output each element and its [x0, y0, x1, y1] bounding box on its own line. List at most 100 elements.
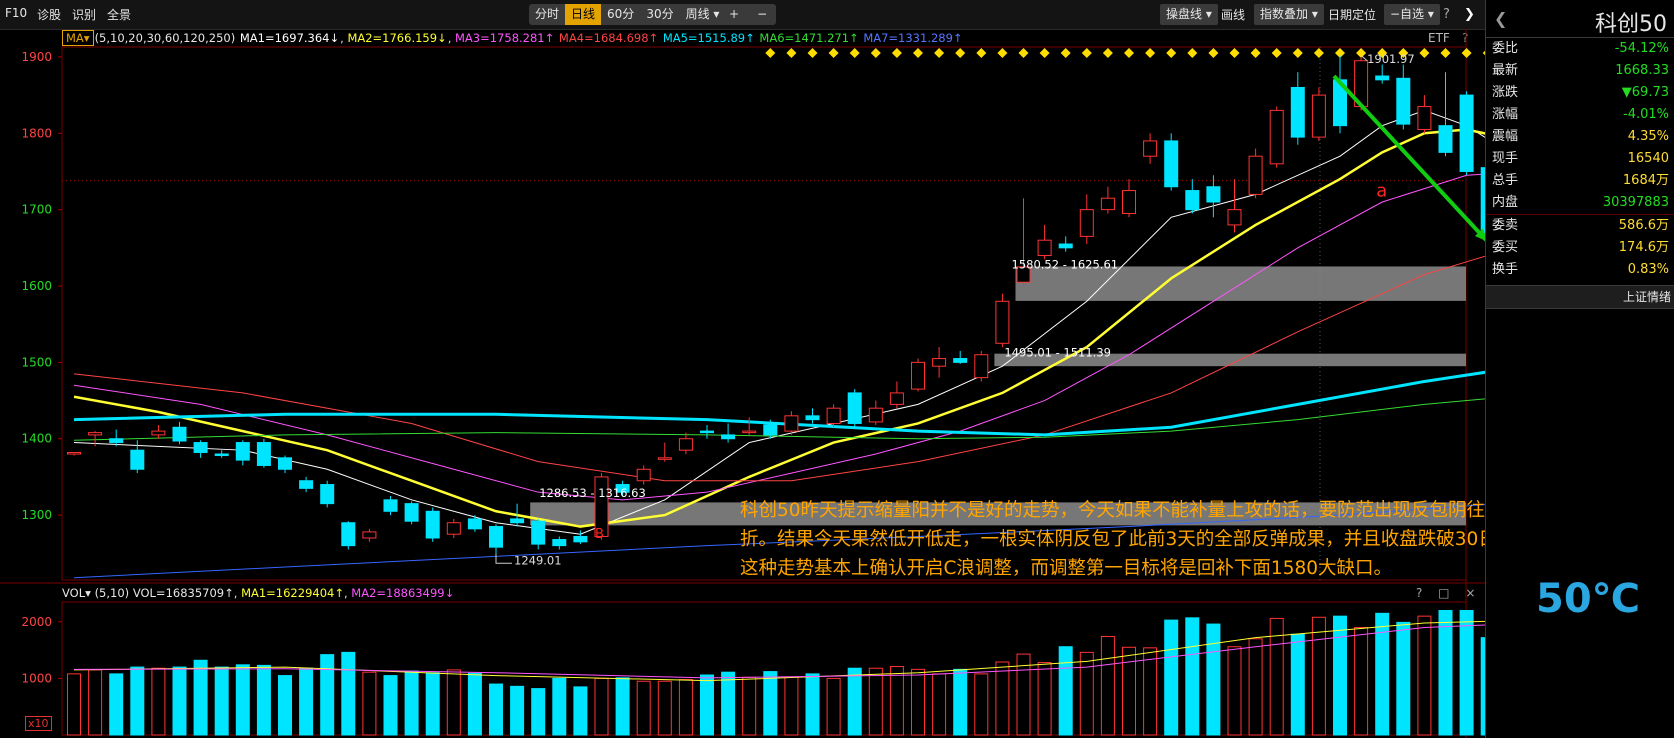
- volume-bar-up: [974, 673, 989, 736]
- candle-up: [678, 438, 693, 451]
- ma6-line: [73, 398, 1485, 441]
- candle-down: [256, 442, 271, 466]
- candle-down: [763, 424, 778, 436]
- price-tick-label: 1400: [21, 432, 52, 446]
- volume-bar-up: [67, 673, 81, 736]
- candle-down: [847, 392, 862, 424]
- candle-down: [1375, 75, 1390, 81]
- volume-bar-down: [109, 673, 124, 736]
- price-tick-label: 1700: [21, 203, 52, 217]
- volume-multiplier: x10: [25, 716, 52, 731]
- low-price-label: 1249.01: [514, 554, 562, 568]
- candle-up: [889, 392, 904, 405]
- candle-up: [446, 522, 461, 535]
- price-tick-label: 1800: [21, 126, 52, 140]
- quote-label: 总手: [1492, 173, 1519, 188]
- volume-bar-down: [763, 671, 778, 736]
- volume-bar-down: [700, 674, 714, 736]
- volume-bar-down: [256, 664, 271, 736]
- volume-bar-down: [1459, 609, 1474, 736]
- quote-label: 换手: [1492, 262, 1519, 277]
- wave-a-label: a: [1376, 181, 1387, 202]
- price-tick-label: 1600: [21, 279, 52, 293]
- candlestick-chart[interactable]: 1900 1800 1700 1600 1500 1400 1300 1901.97 1249…: [0, 0, 1485, 738]
- temperature-value: 50℃: [1536, 576, 1641, 622]
- signal-diamond-icon: [1440, 48, 1451, 58]
- volume-bar-down: [235, 664, 250, 736]
- signal-diamond-icon: [1461, 48, 1472, 58]
- volume-panel-controls[interactable]: ? □ ×: [1416, 585, 1481, 602]
- quote-value: -54.12%: [1614, 41, 1669, 56]
- quote-value: 1668.33: [1615, 63, 1669, 78]
- volume-bar-up: [1311, 616, 1326, 736]
- candle-up: [1269, 109, 1284, 165]
- vol-params: (5,10): [94, 586, 130, 600]
- exchange-sentiment-tab[interactable]: 上证情绪: [1486, 285, 1674, 309]
- gap3-label: 1286.53 - 1316.63: [539, 486, 646, 500]
- vol-selector[interactable]: VOL▾: [62, 586, 91, 600]
- volume-bar-down: [531, 688, 546, 736]
- volume-bar-up: [636, 680, 651, 736]
- candle-down: [1290, 86, 1305, 138]
- signal-diamond-icon: [997, 48, 1008, 58]
- candle-up: [974, 354, 989, 379]
- candle-down: [1396, 77, 1411, 125]
- signal-diamond-icon: [1145, 48, 1156, 58]
- volume-bar-up: [1079, 651, 1094, 736]
- volume-bar-up: [1354, 626, 1369, 736]
- quote-value: 586.6万: [1618, 218, 1669, 233]
- volume-bar-down: [1333, 615, 1347, 736]
- volume-bar-down: [1058, 646, 1073, 736]
- signal-diamond-icon: [849, 48, 860, 58]
- volume-bar-down: [489, 683, 503, 736]
- volume-bar-down: [1438, 609, 1453, 736]
- high-price-label: 1901.97: [1367, 52, 1415, 66]
- candle-down: [299, 480, 314, 489]
- signal-diamond-icon: [1313, 48, 1324, 58]
- vol-value: VOL=16835709↑: [132, 586, 234, 600]
- volume-bar-up: [932, 673, 947, 736]
- candle-down: [805, 415, 820, 421]
- candle-up: [1248, 155, 1263, 195]
- volume-bar-down: [320, 654, 335, 736]
- candle-down: [1185, 190, 1200, 211]
- volume-bar-up: [995, 661, 1010, 736]
- candle-down: [404, 503, 419, 522]
- volume-bar-down: [1206, 623, 1221, 736]
- candle-down: [341, 522, 356, 547]
- signal-diamond-icon: [807, 48, 818, 58]
- quote-value: -4.01%: [1623, 107, 1669, 122]
- volume-bar-down: [193, 659, 208, 736]
- candle-up: [151, 430, 166, 436]
- quote-label: 委买: [1492, 240, 1519, 255]
- signal-diamond-icon: [976, 48, 987, 58]
- volume-bar-up: [1037, 662, 1052, 736]
- candle-down: [1164, 140, 1179, 188]
- volume-bar-up: [678, 679, 693, 736]
- volume-bar-up: [911, 668, 925, 736]
- quote-row: 现手 16540: [1486, 148, 1674, 170]
- quote-header: ❮ 科创50: [1486, 0, 1674, 38]
- candle-up: [1100, 197, 1115, 211]
- volume-bar-down: [214, 666, 229, 736]
- candle-up: [1227, 209, 1242, 226]
- signal-diamond-icon: [1081, 48, 1092, 58]
- quote-label: 最新: [1492, 63, 1519, 78]
- signal-diamond-icon: [786, 48, 797, 58]
- candle-up: [742, 430, 757, 434]
- volume-bar-down: [1185, 617, 1200, 736]
- quote-row: 总手 1684万: [1486, 170, 1674, 192]
- vol-ma1-value: MA1=16229404↑: [241, 586, 344, 600]
- quote-row: 震幅 4.35%: [1486, 126, 1674, 148]
- candle-down: [953, 358, 968, 363]
- signal-diamond-icon: [913, 48, 923, 58]
- quote-row: 内盘 30397883: [1486, 192, 1674, 214]
- quote-row: 委比 -54.12%: [1486, 38, 1674, 60]
- signal-diamond-icon: [1187, 48, 1198, 58]
- volume-bar-down: [1164, 619, 1179, 736]
- back-arrow-icon[interactable]: ❮: [1494, 9, 1507, 28]
- quote-row: 涨幅 -4.01%: [1486, 104, 1674, 126]
- volume-bar-down: [552, 677, 567, 736]
- quote-label: 现手: [1492, 151, 1519, 166]
- signal-diamond-icon: [828, 48, 839, 58]
